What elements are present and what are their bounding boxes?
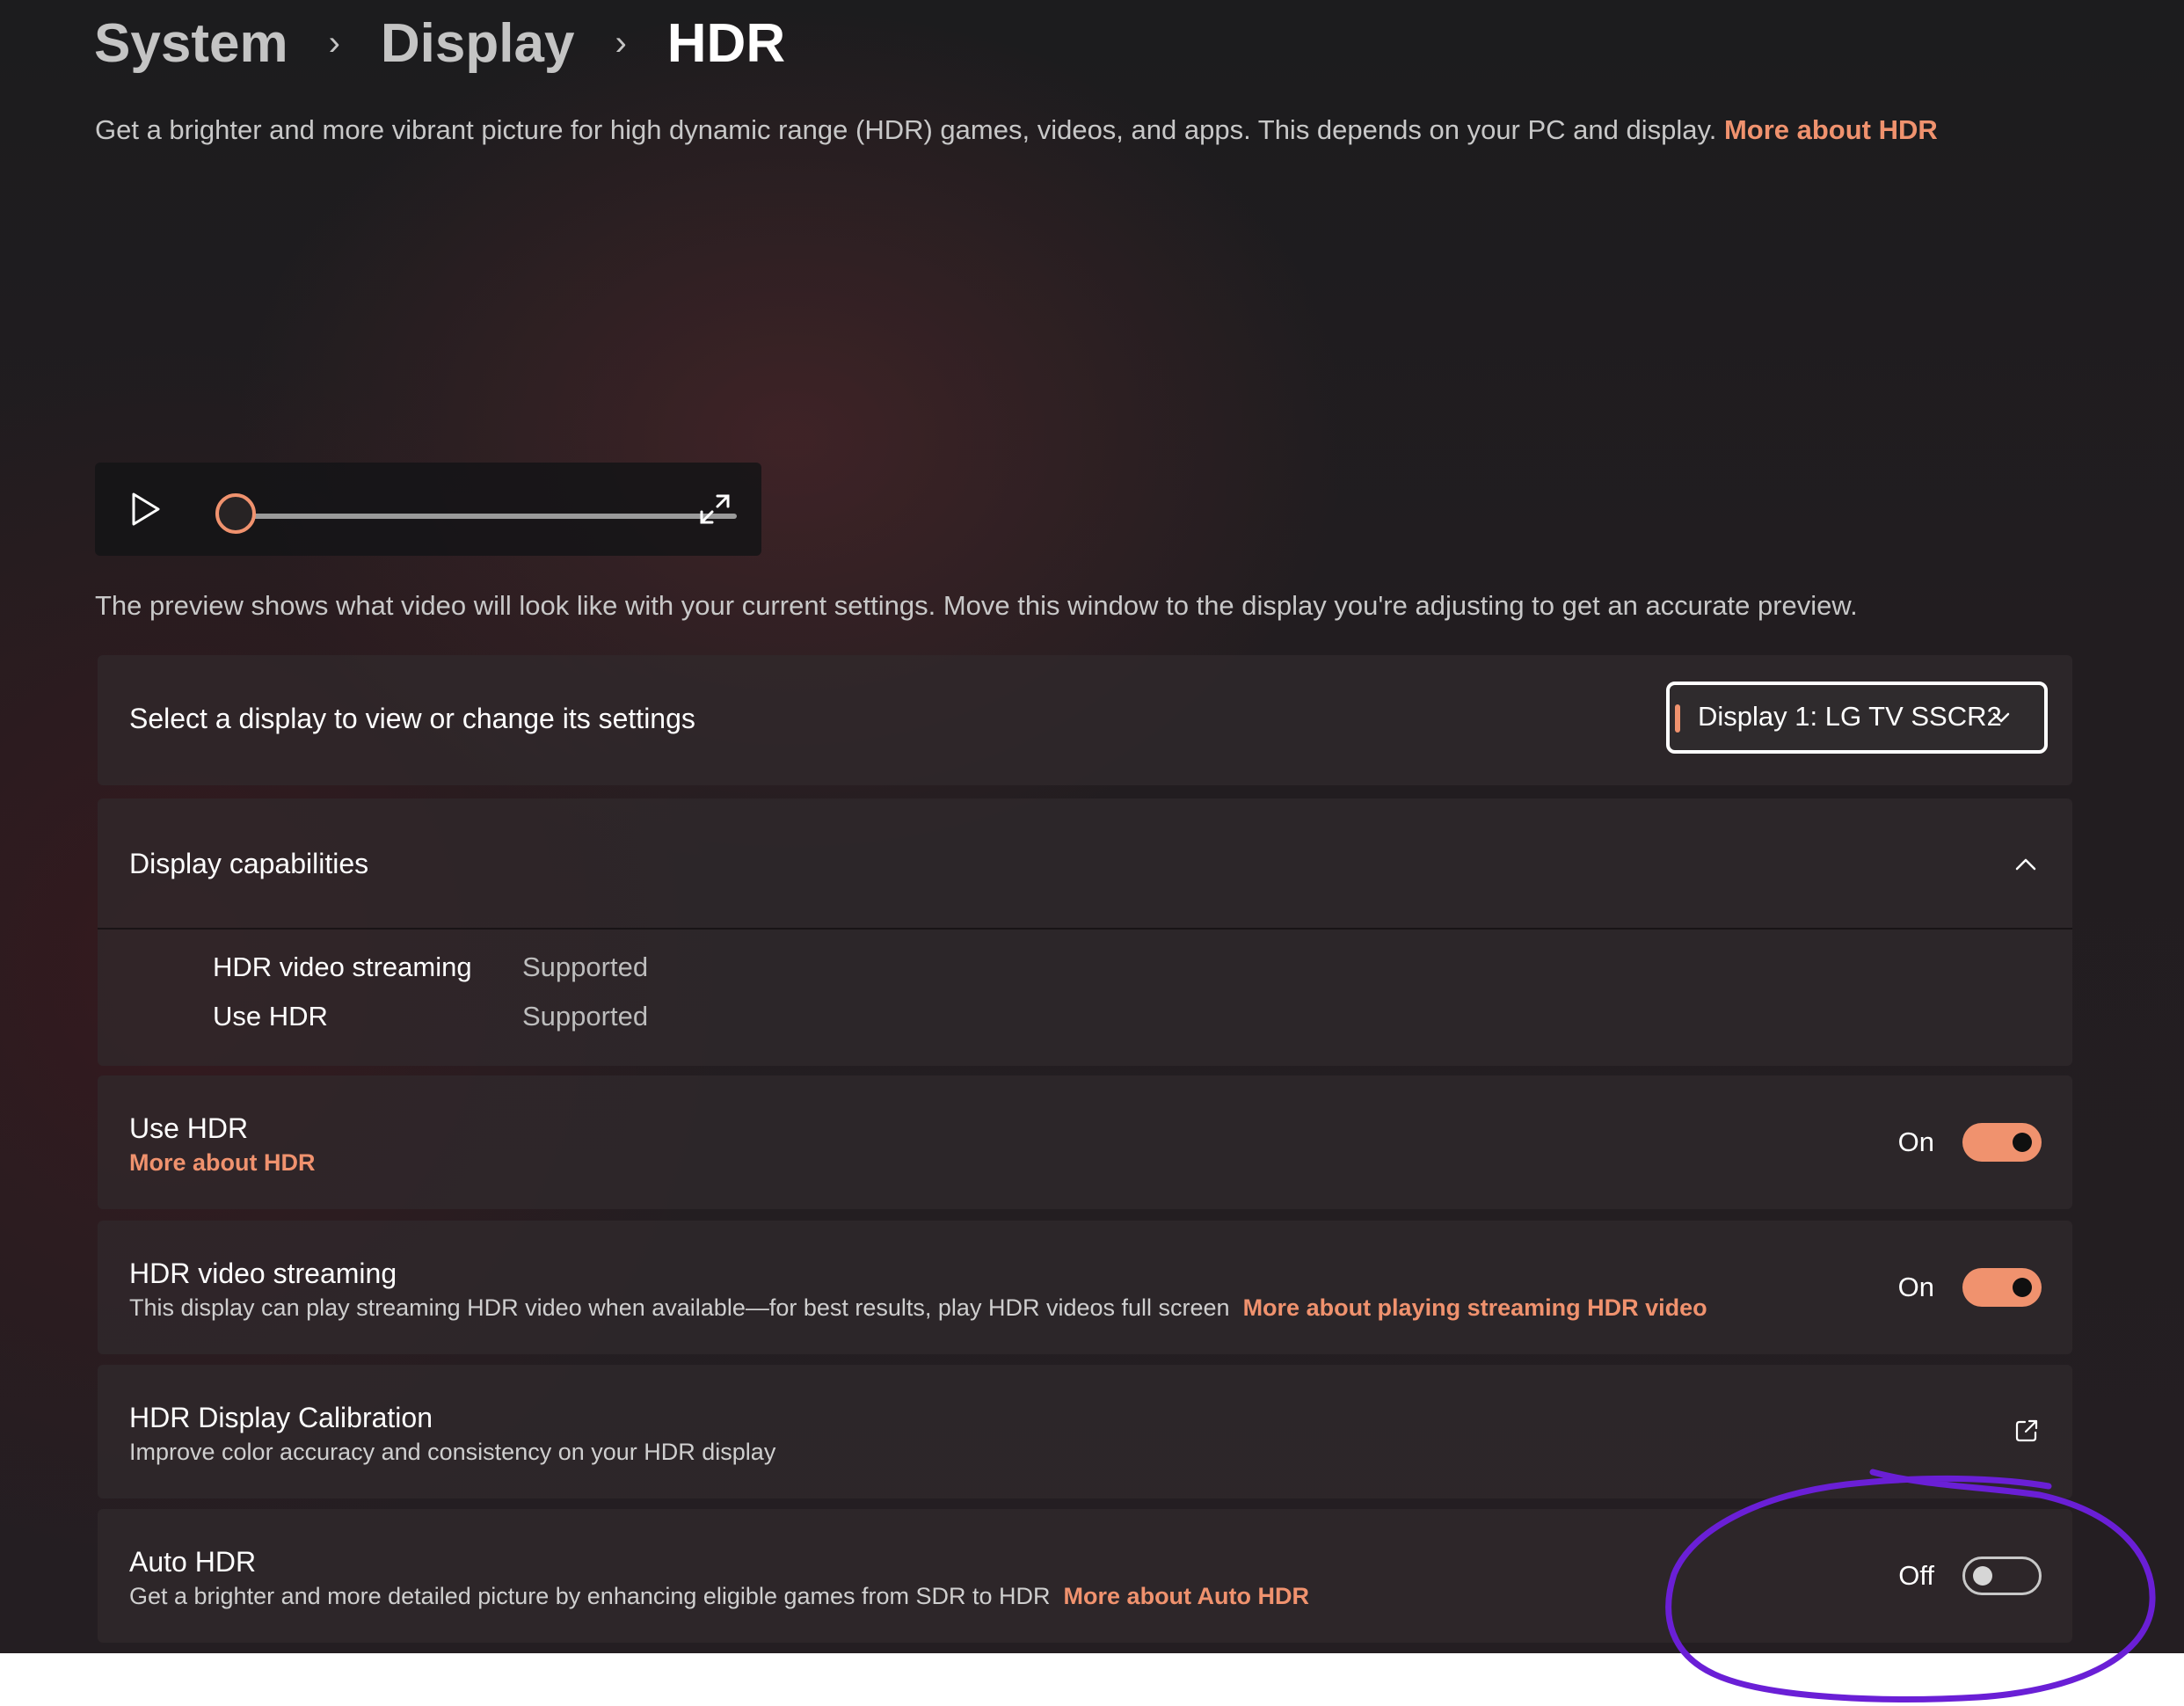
auto-hdr-state: Off: [1898, 1560, 1934, 1591]
display-select-value: Display 1: LG TV SSCR2: [1698, 701, 2002, 732]
use-hdr-switch[interactable]: [1962, 1123, 2042, 1162]
use-hdr-title: Use HDR: [129, 1112, 249, 1144]
display-select-card: Select a display to view or change its s…: [98, 655, 2072, 785]
use-hdr-more-link[interactable]: More about HDR: [129, 1149, 316, 1177]
hdr-streaming-desc: This display can play streaming HDR vide…: [129, 1294, 1230, 1321]
hdr-streaming-more-link[interactable]: More about playing streaming HDR video: [1243, 1294, 1707, 1321]
hdr-calibration-card[interactable]: HDR Display Calibration Improve color ac…: [98, 1365, 2072, 1498]
display-select-dropdown[interactable]: Display 1: LG TV SSCR2: [1666, 682, 2048, 754]
preview-note: The preview shows what video will look l…: [95, 590, 1858, 621]
auto-hdr-desc: Get a brighter and more detailed picture…: [129, 1583, 1051, 1609]
hdr-streaming-toggle[interactable]: On: [1898, 1268, 2042, 1307]
expand-icon[interactable]: [695, 489, 735, 529]
capability-value-text: Supported: [522, 951, 649, 982]
hdr-streaming-card: HDR video streaming This display can pla…: [98, 1221, 2072, 1354]
switch-knob: [1973, 1566, 1992, 1586]
play-icon[interactable]: [125, 489, 165, 529]
display-select-label: Select a display to view or change its s…: [129, 703, 695, 734]
chevron-right-icon: ›: [328, 24, 340, 62]
breadcrumb: System › Display › HDR: [94, 2, 785, 85]
intro-text: Get a brighter and more vibrant picture …: [95, 114, 1938, 146]
switch-knob: [2013, 1133, 2032, 1152]
capability-row: Use HDR: [213, 1001, 328, 1032]
display-capabilities-card: Display capabilities HDR video streaming…: [98, 798, 2072, 1066]
seek-thumb[interactable]: [215, 493, 256, 534]
use-hdr-card: Use HDR More about HDR On: [98, 1075, 2072, 1209]
capability-value-text: Supported: [522, 1001, 649, 1032]
chevron-down-icon: [1992, 712, 2010, 723]
hdr-streaming-title: HDR video streaming: [129, 1258, 397, 1289]
capability-row: HDR video streaming: [213, 951, 472, 983]
breadcrumb-system[interactable]: System: [94, 2, 288, 85]
use-hdr-toggle[interactable]: On: [1898, 1123, 2042, 1162]
chevron-up-icon[interactable]: [2013, 851, 2039, 878]
hdr-streaming-state: On: [1897, 1272, 1934, 1302]
hdr-calibration-title: HDR Display Calibration: [129, 1402, 433, 1433]
auto-hdr-title: Auto HDR: [129, 1546, 257, 1578]
capability-label: Use HDR: [213, 1001, 328, 1032]
intro-description: Get a brighter and more vibrant picture …: [95, 114, 1717, 145]
selection-accent: [1675, 704, 1680, 733]
auto-hdr-card: Auto HDR Get a brighter and more detaile…: [98, 1509, 2072, 1643]
hdr-streaming-switch[interactable]: [1962, 1268, 2042, 1307]
more-about-hdr-link[interactable]: More about HDR: [1724, 114, 1938, 145]
external-link-icon[interactable]: [2013, 1417, 2041, 1445]
capability-value: Supported: [522, 1001, 648, 1032]
video-preview-player: [95, 463, 761, 556]
breadcrumb-display[interactable]: Display: [381, 2, 575, 85]
auto-hdr-switch[interactable]: [1962, 1557, 2042, 1595]
hdr-settings-page: System › Display › HDR Get a brighter an…: [0, 0, 2184, 1653]
hdr-calibration-desc: Improve color accuracy and consistency o…: [129, 1439, 776, 1465]
use-hdr-state: On: [1897, 1126, 1934, 1157]
chevron-right-icon: ›: [615, 24, 627, 62]
page-title: HDR: [666, 13, 786, 74]
hdr-streaming-subtitle: This display can play streaming HDR vide…: [129, 1294, 1707, 1322]
capabilities-divider: [98, 928, 2072, 930]
auto-hdr-more-link[interactable]: More about Auto HDR: [1064, 1583, 1309, 1609]
capability-value: Supported: [522, 951, 648, 983]
capability-label: HDR video streaming: [213, 951, 472, 982]
auto-hdr-toggle[interactable]: Off: [1898, 1557, 2042, 1595]
auto-hdr-subtitle: Get a brighter and more detailed picture…: [129, 1583, 1309, 1610]
capabilities-title: Display capabilities: [129, 848, 369, 879]
switch-knob: [2013, 1278, 2032, 1297]
seek-track[interactable]: [237, 514, 737, 519]
